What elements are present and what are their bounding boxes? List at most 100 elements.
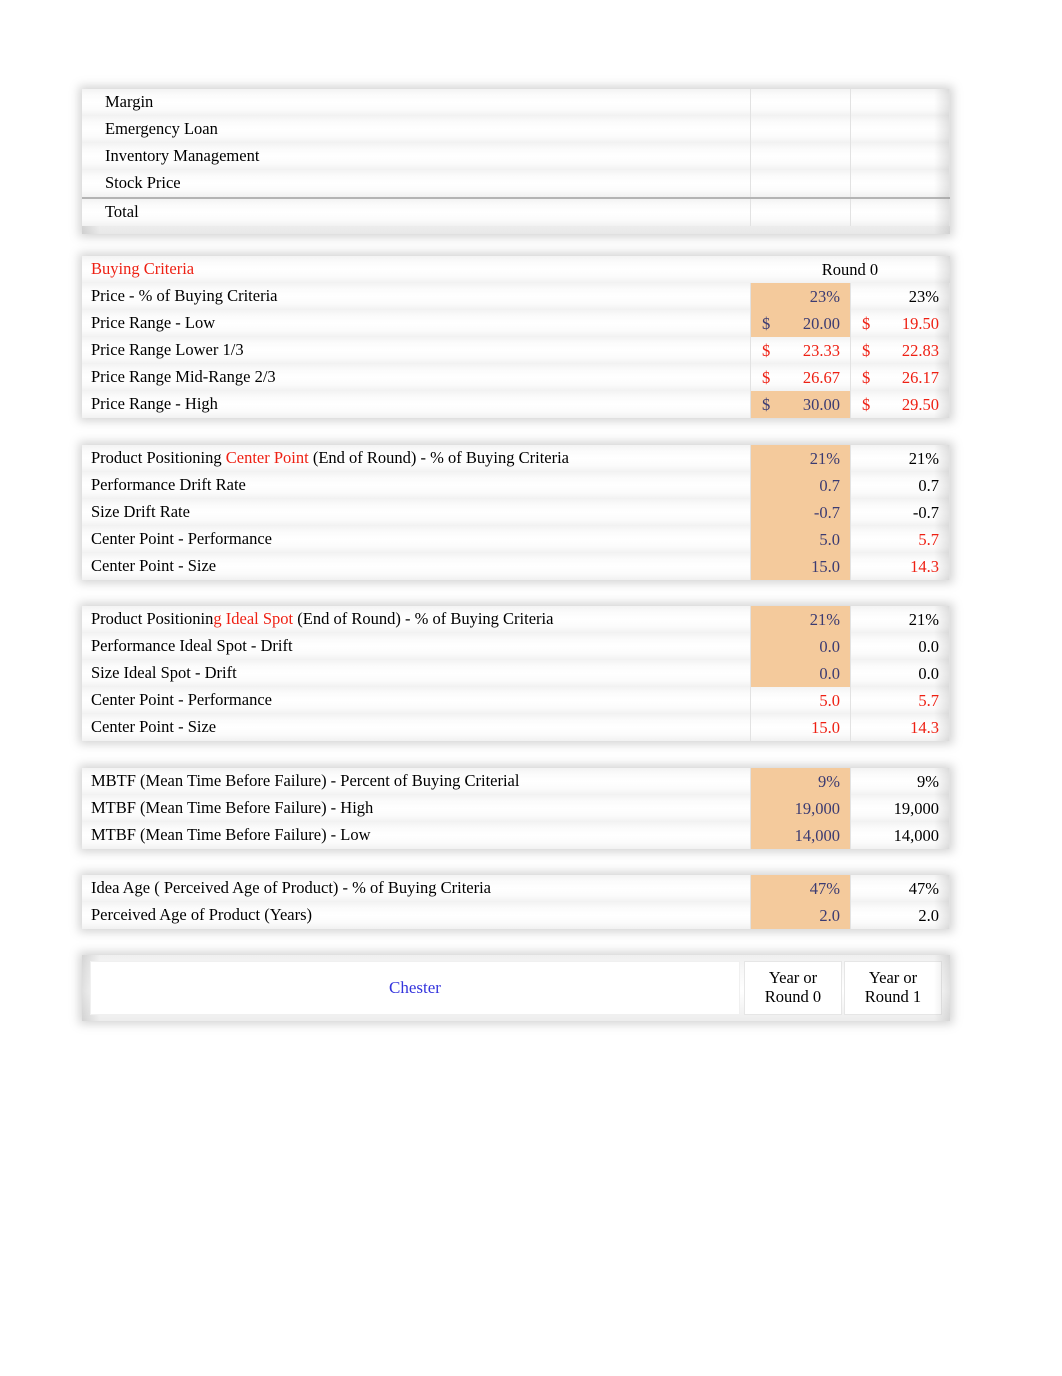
value-cell-round1[interactable]: 21% <box>850 606 950 633</box>
value-cell-round1[interactable]: 14.3 <box>850 714 950 741</box>
currency-symbol: $ <box>762 394 771 414</box>
value-cell-round1[interactable]: 19,000 <box>850 795 950 822</box>
row-label: Total <box>105 204 139 221</box>
value-cell-round0[interactable]: -0.7 <box>750 499 850 526</box>
table-row[interactable]: Price Range Mid-Range 2/3 $ 26.67 $ 26.1… <box>82 364 950 391</box>
table-row[interactable]: MTBF (Mean Time Before Failure) - Low 14… <box>82 822 950 849</box>
value-cell-round0[interactable]: 19,000 <box>750 795 850 822</box>
row-label: Price Range - High <box>91 396 218 413</box>
table-row[interactable]: Margin <box>82 89 950 116</box>
value-cell-round1[interactable]: 0.7 <box>850 472 950 499</box>
round1-header-cell[interactable]: Year or Round 1 <box>844 961 942 1015</box>
value-cell-round0[interactable]: 0.0 <box>750 633 850 660</box>
table-row[interactable]: Inventory Management <box>82 143 950 170</box>
value-cell-round0[interactable]: 0.0 <box>750 660 850 687</box>
row-label: Center Point - Performance <box>91 692 272 709</box>
value-cell-round0[interactable] <box>750 89 850 116</box>
value-cell-round0[interactable]: $ 30.00 <box>750 391 850 418</box>
table-row[interactable]: MTBF (Mean Time Before Failure) - High 1… <box>82 795 950 822</box>
table-row[interactable]: Perceived Age of Product (Years) 2.0 2.0 <box>82 902 950 929</box>
table-row[interactable]: MBTF (Mean Time Before Failure) - Percen… <box>82 768 950 795</box>
title-prefix: Product Positioning <box>91 450 226 467</box>
table-row[interactable]: Center Point - Performance 5.0 5.7 <box>82 526 950 553</box>
table-row[interactable]: Stock Price <box>82 170 950 197</box>
table-row[interactable]: Price Range Lower 1/3 $ 23.33 $ 22.83 <box>82 337 950 364</box>
value-cell-round0[interactable]: 47% <box>750 875 850 902</box>
table-row[interactable]: Center Point - Size 15.0 14.3 <box>82 714 950 741</box>
value-cell-round0[interactable]: 15.0 <box>750 714 850 741</box>
value-cell-round1[interactable]: 14.3 <box>850 553 950 580</box>
value-cell-round0[interactable]: 23% <box>750 283 850 310</box>
round0-header-cell[interactable]: Year or Round 0 <box>744 961 842 1015</box>
table-row[interactable]: Emergency Loan <box>82 116 950 143</box>
table-row[interactable]: Size Drift Rate -0.7 -0.7 <box>82 499 950 526</box>
currency-symbol: $ <box>762 313 771 333</box>
value-cell-round0[interactable] <box>750 170 850 197</box>
value-cell-round1[interactable]: 21% <box>850 445 950 472</box>
section-title: Buying Criteria <box>91 261 195 278</box>
value-cell-round0[interactable] <box>750 143 850 170</box>
table-row[interactable]: Price - % of Buying Criteria 23% 23% <box>82 283 950 310</box>
value-cell-round1[interactable] <box>850 170 950 197</box>
value-cell-round1[interactable] <box>850 199 950 226</box>
value-cell-round1[interactable]: 47% <box>850 875 950 902</box>
row-label: Size Ideal Spot - Drift <box>91 665 237 682</box>
row-label: Performance Drift Rate <box>91 477 246 494</box>
table-row[interactable]: Performance Drift Rate 0.7 0.7 <box>82 472 950 499</box>
value-cell-round1[interactable] <box>850 89 950 116</box>
value-cell-round1[interactable]: 23% <box>850 283 950 310</box>
row-label: Performance Ideal Spot - Drift <box>91 638 293 655</box>
value-cell-round0[interactable] <box>750 199 850 226</box>
value-cell-round0[interactable]: 2.0 <box>750 902 850 929</box>
idea-age-block: Idea Age ( Perceived Age of Product) - %… <box>82 875 950 929</box>
value-cell-round0[interactable]: 21% <box>750 445 850 472</box>
value-cell-round1[interactable]: $ 26.17 <box>850 364 950 391</box>
value-text: 26.17 <box>901 367 939 387</box>
table-row[interactable]: Center Point - Performance 5.0 5.7 <box>82 687 950 714</box>
round1-line2: Round 1 <box>864 987 922 1006</box>
table-row[interactable]: Performance Ideal Spot - Drift 0.0 0.0 <box>82 633 950 660</box>
table-row-total[interactable]: Total <box>82 197 950 226</box>
row-label: Margin <box>105 94 154 111</box>
table-row[interactable]: Size Ideal Spot - Drift 0.0 0.0 <box>82 660 950 687</box>
table-row[interactable]: Price Range - High $ 30.00 $ 29.50 <box>82 391 950 418</box>
table-row[interactable]: Center Point - Size 15.0 14.3 <box>82 553 950 580</box>
currency-symbol: $ <box>762 340 771 360</box>
value-cell-round0[interactable]: 0.7 <box>750 472 850 499</box>
buying-criteria-block: Buying Criteria Round 0 Price - % of Buy… <box>82 256 950 418</box>
row-label: Center Point - Performance <box>91 531 272 548</box>
value-cell-round1[interactable]: $ 29.50 <box>850 391 950 418</box>
value-cell-round0[interactable] <box>750 116 850 143</box>
value-cell-round0[interactable]: 15.0 <box>750 553 850 580</box>
value-cell-round1[interactable]: 5.7 <box>850 687 950 714</box>
table-row[interactable]: Product Positioning Ideal Spot (End of R… <box>82 606 950 633</box>
row-label: Stock Price <box>105 175 181 192</box>
value-cell-round1[interactable]: 9% <box>850 768 950 795</box>
currency-symbol: $ <box>762 367 771 387</box>
buying-criteria-header-row: Buying Criteria Round 0 <box>82 256 950 283</box>
value-cell-round1[interactable]: $ 22.83 <box>850 337 950 364</box>
value-cell-round1[interactable]: 14,000 <box>850 822 950 849</box>
row-label: Price Range Lower 1/3 <box>91 342 244 359</box>
value-cell-round0[interactable]: 21% <box>750 606 850 633</box>
value-cell-round0[interactable]: 5.0 <box>750 687 850 714</box>
value-cell-round1[interactable]: $ 19.50 <box>850 310 950 337</box>
value-cell-round1[interactable]: -0.7 <box>850 499 950 526</box>
value-cell-round0[interactable]: 9% <box>750 768 850 795</box>
table-row[interactable]: Product Positioning Center Point (End of… <box>82 445 950 472</box>
value-cell-round0[interactable]: $ 23.33 <box>750 337 850 364</box>
value-cell-round1[interactable]: 2.0 <box>850 902 950 929</box>
value-cell-round0[interactable]: 5.0 <box>750 526 850 553</box>
value-cell-round1[interactable]: 5.7 <box>850 526 950 553</box>
value-cell-round0[interactable]: 14,000 <box>750 822 850 849</box>
value-cell-round0[interactable]: $ 20.00 <box>750 310 850 337</box>
table-row[interactable]: Idea Age ( Perceived Age of Product) - %… <box>82 875 950 902</box>
value-cell-round1[interactable] <box>850 116 950 143</box>
value-cell-round1[interactable]: 0.0 <box>850 660 950 687</box>
table-row[interactable]: Price Range - Low $ 20.00 $ 19.50 <box>82 310 950 337</box>
value-cell-round0[interactable]: $ 26.67 <box>750 364 850 391</box>
summary-metrics-block: Margin Emergency Loan Inventory Manageme… <box>82 89 950 234</box>
value-cell-round1[interactable] <box>850 143 950 170</box>
company-name-cell[interactable]: Chester <box>90 961 740 1015</box>
value-cell-round1[interactable]: 0.0 <box>850 633 950 660</box>
